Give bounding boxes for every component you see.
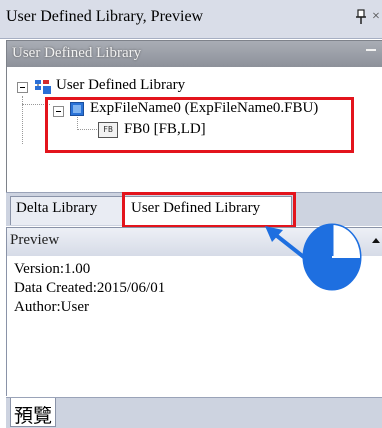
preview-date-created: Data Created:2015/06/01	[14, 280, 166, 296]
minimize-icon[interactable]	[366, 49, 376, 51]
tree-collapse-toggle[interactable]	[53, 106, 64, 117]
bottom-tab-strip	[6, 397, 382, 428]
mouse-click-icon	[302, 223, 362, 291]
library-folder-icon	[35, 80, 51, 94]
tab-preview-bottom-label: 預覽	[14, 405, 53, 427]
function-block-icon: FB	[98, 122, 118, 138]
tree-collapse-toggle[interactable]	[17, 82, 28, 93]
pin-icon[interactable]	[355, 9, 367, 25]
tree-file-label[interactable]: ExpFileName0 (ExpFileName0.FBU)	[90, 100, 318, 117]
tab-delta-library-label: Delta Library	[16, 200, 98, 216]
preview-panel-title: Preview	[10, 232, 60, 248]
library-panel-title: User Defined Library	[12, 45, 142, 61]
close-icon[interactable]: ×	[372, 9, 380, 25]
preview-author: Author:User	[14, 299, 89, 315]
library-file-icon	[70, 102, 84, 116]
tree-block-label[interactable]: FB0 [FB,LD]	[124, 121, 206, 138]
window-title: User Defined Library, Preview	[6, 8, 204, 25]
preview-version: Version:1.00	[14, 261, 91, 277]
tree-root-label[interactable]: User Defined Library	[56, 77, 185, 94]
